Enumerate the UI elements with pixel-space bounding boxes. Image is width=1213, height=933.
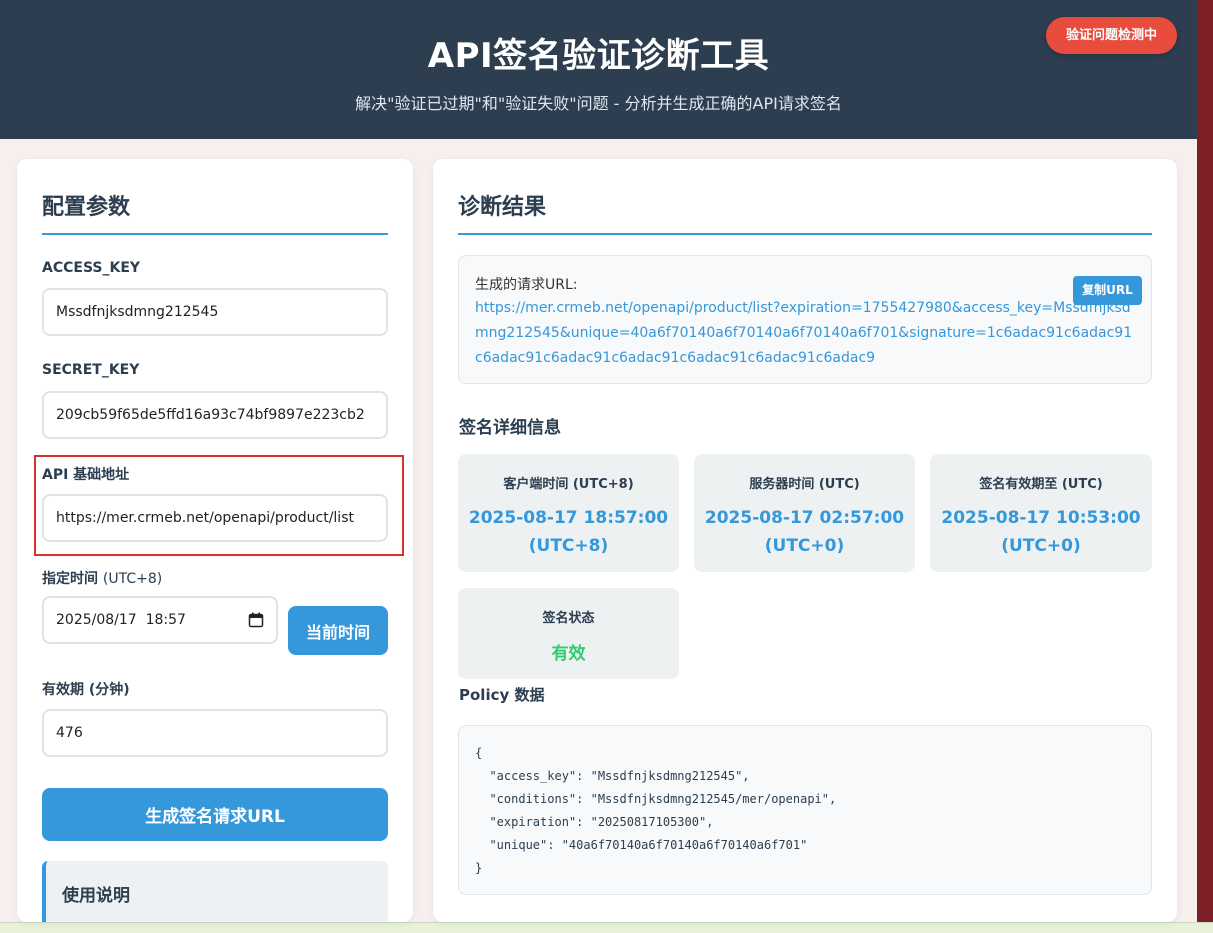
datetime-value: 2025/08/17 18:57 — [56, 612, 186, 628]
access-key-label: ACCESS_KEY — [42, 260, 141, 276]
expiry-card: 签名有效期至 (UTC) 2025-08-17 10:53:00 (UTC+0) — [930, 454, 1152, 572]
policy-code-box: { "access_key": "Mssdfnjksdmng212545", "… — [458, 725, 1152, 895]
validity-label-text: 有效期 — [42, 682, 84, 698]
policy-json: { "access_key": "Mssdfnjksdmng212545", "… — [475, 746, 837, 875]
time-label: 指定时间 (UTC+8) — [42, 568, 162, 588]
time-label-text: 指定时间 — [42, 571, 98, 587]
expiry-label: 签名有效期至 (UTC) — [979, 477, 1103, 492]
signature-status-card: 签名状态 有效 — [458, 588, 679, 679]
window-edge — [1197, 0, 1213, 922]
url-label: 生成的请求URL: — [475, 277, 578, 293]
calendar-icon[interactable] — [248, 612, 264, 628]
expiry-datetime: 2025-08-17 10:53:00 — [941, 508, 1141, 528]
generated-url[interactable]: https://mer.crmeb.net/openapi/product/li… — [475, 296, 1135, 371]
help-title: 使用说明 — [62, 886, 130, 906]
result-title: 诊断结果 — [458, 195, 547, 220]
url-box: 生成的请求URL: https://mer.crmeb.net/openapi/… — [458, 255, 1152, 384]
secret-key-input[interactable]: 209cb59f65de5ffd16a93c74bf9897e223cb2 — [42, 391, 388, 439]
result-panel: 诊断结果 生成的请求URL: https://mer.crmeb.net/ope… — [433, 159, 1177, 922]
server-time-datetime: 2025-08-17 02:57:00 — [704, 508, 905, 528]
client-time-value: 2025-08-17 18:57:00 (UTC+8) — [458, 504, 679, 560]
current-time-button[interactable]: 当前时间 — [288, 606, 388, 655]
api-base-highlight — [34, 455, 404, 556]
policy-label: Policy 数据 — [459, 686, 545, 704]
page-subtitle: 解决"验证已过期"和"验证失败"问题 - 分析并生成正确的API请求签名 — [355, 94, 842, 113]
time-label-suffix: (UTC+8) — [102, 571, 163, 587]
copy-url-button[interactable]: 复制URL — [1073, 276, 1142, 305]
taskbar-strip — [0, 922, 1213, 933]
server-time-zone: (UTC+0) — [764, 536, 845, 556]
page-title: API签名验证诊断工具 — [427, 36, 770, 76]
signature-status-label: 签名状态 — [542, 611, 595, 626]
status-badge: 验证问题检测中 — [1046, 17, 1177, 54]
validity-label: 有效期 (分钟) — [42, 679, 130, 699]
details-heading: 签名详细信息 — [459, 418, 561, 438]
result-title-rule — [458, 233, 1152, 235]
validity-input[interactable]: 476 — [42, 709, 388, 757]
expiry-zone: (UTC+0) — [1001, 536, 1081, 556]
client-time-label: 客户端时间 (UTC+8) — [503, 477, 634, 492]
validity-label-suffix: (分钟) — [88, 682, 130, 698]
help-section: 使用说明 — [42, 861, 388, 922]
client-time-zone: (UTC+8) — [528, 536, 609, 556]
client-time-datetime: 2025-08-17 18:57:00 — [468, 508, 669, 528]
config-title: 配置参数 — [42, 195, 131, 220]
secret-key-label: SECRET_KEY — [42, 362, 140, 378]
generate-url-button[interactable]: 生成签名请求URL — [42, 788, 388, 841]
config-title-rule — [42, 233, 388, 235]
server-time-value: 2025-08-17 02:57:00 (UTC+0) — [694, 504, 915, 560]
page-header: API签名验证诊断工具 解决"验证已过期"和"验证失败"问题 - 分析并生成正确… — [0, 0, 1197, 139]
access-key-input[interactable]: Mssdfnjksdmng212545 — [42, 288, 388, 336]
signature-status-value: 有效 — [551, 644, 586, 664]
datetime-input[interactable]: 2025/08/17 18:57 — [42, 596, 278, 644]
expiry-value: 2025-08-17 10:53:00 (UTC+0) — [930, 504, 1152, 560]
server-time-card: 服务器时间 (UTC) 2025-08-17 02:57:00 (UTC+0) — [694, 454, 915, 572]
server-time-label: 服务器时间 (UTC) — [749, 477, 860, 492]
client-time-card: 客户端时间 (UTC+8) 2025-08-17 18:57:00 (UTC+8… — [458, 454, 679, 572]
